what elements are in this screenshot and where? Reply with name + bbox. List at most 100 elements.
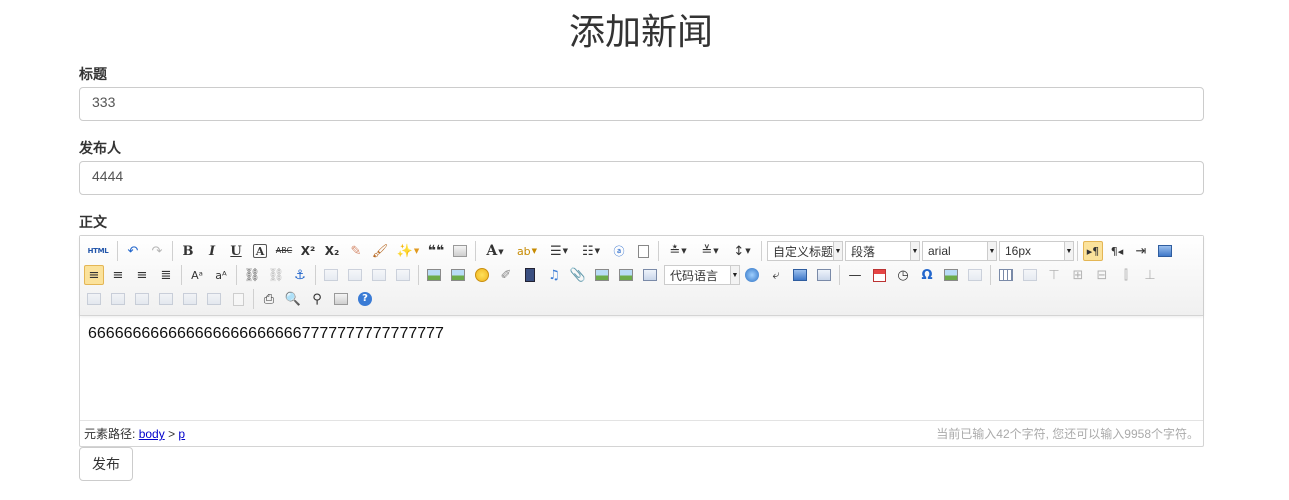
fontfamily-value: arial <box>928 244 951 258</box>
toolbar-separator <box>761 241 762 261</box>
redo-icon[interactable]: ↷ <box>147 241 167 261</box>
rowspacing-top-icon[interactable]: ≛ ▼ <box>664 241 692 261</box>
print-preview-icon[interactable]: 🔍 <box>283 289 303 309</box>
deleterow-icon[interactable]: ⊟ <box>1092 265 1112 285</box>
deletetable-icon[interactable] <box>1020 265 1040 285</box>
searchreplace-icon[interactable]: ⚲ <box>307 289 327 309</box>
image-left-icon[interactable] <box>345 265 365 285</box>
insertimage-icon[interactable] <box>448 265 468 285</box>
preview-icon[interactable] <box>1155 241 1175 261</box>
anchor-icon[interactable]: ⚓ <box>290 265 310 285</box>
drafts-icon[interactable] <box>331 289 351 309</box>
deletecol-icon[interactable]: ⊥ <box>1140 265 1160 285</box>
justify-left-icon[interactable]: ≡ <box>84 265 104 285</box>
unlink-icon[interactable]: ⛓ <box>266 265 286 285</box>
paragraph-select[interactable]: 段落 ▼ <box>845 241 920 261</box>
mergeright-icon[interactable] <box>108 289 128 309</box>
insertcol-icon[interactable]: ⫿ <box>1116 265 1136 285</box>
toolbar-separator <box>418 265 419 285</box>
codelang-select[interactable]: 代码语言 ▼ <box>664 265 740 285</box>
charts-icon[interactable] <box>228 289 248 309</box>
underline-button[interactable]: U <box>226 241 246 261</box>
undo-icon[interactable]: ↶ <box>123 241 143 261</box>
splittocols-icon[interactable] <box>204 289 224 309</box>
map-icon[interactable] <box>592 265 612 285</box>
image-none-icon[interactable] <box>321 265 341 285</box>
insertvideo-icon[interactable] <box>520 265 540 285</box>
scrawl-icon[interactable]: ✐ <box>496 265 516 285</box>
insertparagraph-before-table-icon[interactable]: ⊤ <box>1044 265 1064 285</box>
simpleupload-icon[interactable] <box>424 265 444 285</box>
touppercase-icon[interactable]: Aᵃ <box>187 265 207 285</box>
lineheight-icon[interactable]: ↕ ▼ <box>728 241 756 261</box>
ordered-list-icon[interactable]: ☰ ▼ <box>545 241 573 261</box>
webapp-icon[interactable] <box>742 265 762 285</box>
inserttable-icon[interactable] <box>996 265 1016 285</box>
directionality-ltr-icon[interactable]: ▸¶ <box>1083 241 1103 261</box>
eraser-icon[interactable]: ✎ <box>346 241 366 261</box>
toolbar-separator <box>475 241 476 261</box>
subscript-button[interactable]: X₂ <box>322 241 342 261</box>
justify-right-icon[interactable]: ≡ <box>132 265 152 285</box>
toolbar-separator <box>117 241 118 261</box>
bold-button[interactable]: B <box>178 241 198 261</box>
tolowercase-icon[interactable]: aᴬ <box>211 265 231 285</box>
selectall-icon[interactable]: ⓐ <box>609 241 629 261</box>
customstyle-select[interactable]: 自定义标题 ▼ <box>767 241 843 261</box>
mergecells-icon[interactable] <box>84 289 104 309</box>
indent-icon[interactable]: ⇥ <box>1131 241 1151 261</box>
template-icon[interactable] <box>790 265 810 285</box>
source-html-button[interactable]: HTML <box>84 241 112 261</box>
page-title: 添加新闻 <box>568 11 713 52</box>
superscript-button[interactable]: X² <box>298 241 318 261</box>
fontsize-select[interactable]: 16px ▼ <box>999 241 1074 261</box>
date-icon[interactable] <box>869 265 889 285</box>
italic-button[interactable]: I <box>202 241 222 261</box>
directionality-rtl-icon[interactable]: ¶◂ <box>1107 241 1127 261</box>
title-input[interactable]: 333 <box>79 87 1204 121</box>
mergedown-icon[interactable] <box>132 289 152 309</box>
insertframe-icon[interactable] <box>640 265 660 285</box>
autotypeset-icon[interactable]: ✨ ▼ <box>394 241 422 261</box>
fontborder-button[interactable]: A <box>253 244 267 258</box>
element-path-body-link[interactable]: body <box>139 427 165 441</box>
forecolor-button[interactable]: A ▼ <box>481 241 509 261</box>
justify-full-icon[interactable]: ≣ <box>156 265 176 285</box>
blockquote-button[interactable]: ❝❝ <box>426 241 446 261</box>
format-brush-icon[interactable]: 🖌 <box>370 241 390 261</box>
strikethrough-button[interactable]: ABC <box>274 241 294 261</box>
backcolor-icon[interactable]: ab ▼ <box>513 241 541 261</box>
pagebreak-icon[interactable]: ⤶ <box>766 265 786 285</box>
wordimage-icon[interactable] <box>941 265 961 285</box>
rowspacing-bottom-icon[interactable]: ≚ ▼ <box>696 241 724 261</box>
horizontal-rule-icon[interactable]: — <box>845 265 865 285</box>
spechars-icon[interactable]: Ω <box>917 265 937 285</box>
splittocells-icon[interactable] <box>156 289 176 309</box>
background-icon[interactable] <box>814 265 834 285</box>
paste-plain-icon[interactable] <box>450 241 470 261</box>
image-center-icon[interactable] <box>393 265 413 285</box>
cleardoc-icon[interactable] <box>633 241 653 261</box>
music-icon[interactable]: ♫ <box>544 265 564 285</box>
justify-center-icon[interactable]: ≡ <box>108 265 128 285</box>
attachment-icon[interactable]: 📎 <box>568 265 588 285</box>
time-icon[interactable]: ◷ <box>893 265 913 285</box>
print-icon[interactable]: ⎙ <box>259 289 279 309</box>
link-icon[interactable]: ⛓ <box>242 265 262 285</box>
image-right-icon[interactable] <box>369 265 389 285</box>
help-icon[interactable]: ? <box>355 289 375 309</box>
submit-button[interactable]: 发布 <box>79 447 133 481</box>
element-path-p-link[interactable]: p <box>178 427 185 441</box>
emotion-icon[interactable] <box>472 265 492 285</box>
author-input[interactable]: 4444 <box>79 161 1204 195</box>
toolbar-separator <box>172 241 173 261</box>
editor-content[interactable]: 6666666666666666666666667777777777777777 <box>80 317 1203 421</box>
splittorows-icon[interactable] <box>180 289 200 309</box>
customstyle-value: 自定义标题 <box>773 244 834 259</box>
gmap-icon[interactable] <box>616 265 636 285</box>
fontfamily-select[interactable]: arial ▼ <box>922 241 997 261</box>
snapscreen-icon[interactable] <box>965 265 985 285</box>
forecolor-label: A <box>486 243 498 259</box>
unordered-list-icon[interactable]: ☷ ▼ <box>577 241 605 261</box>
insertrow-icon[interactable]: ⊞ <box>1068 265 1088 285</box>
